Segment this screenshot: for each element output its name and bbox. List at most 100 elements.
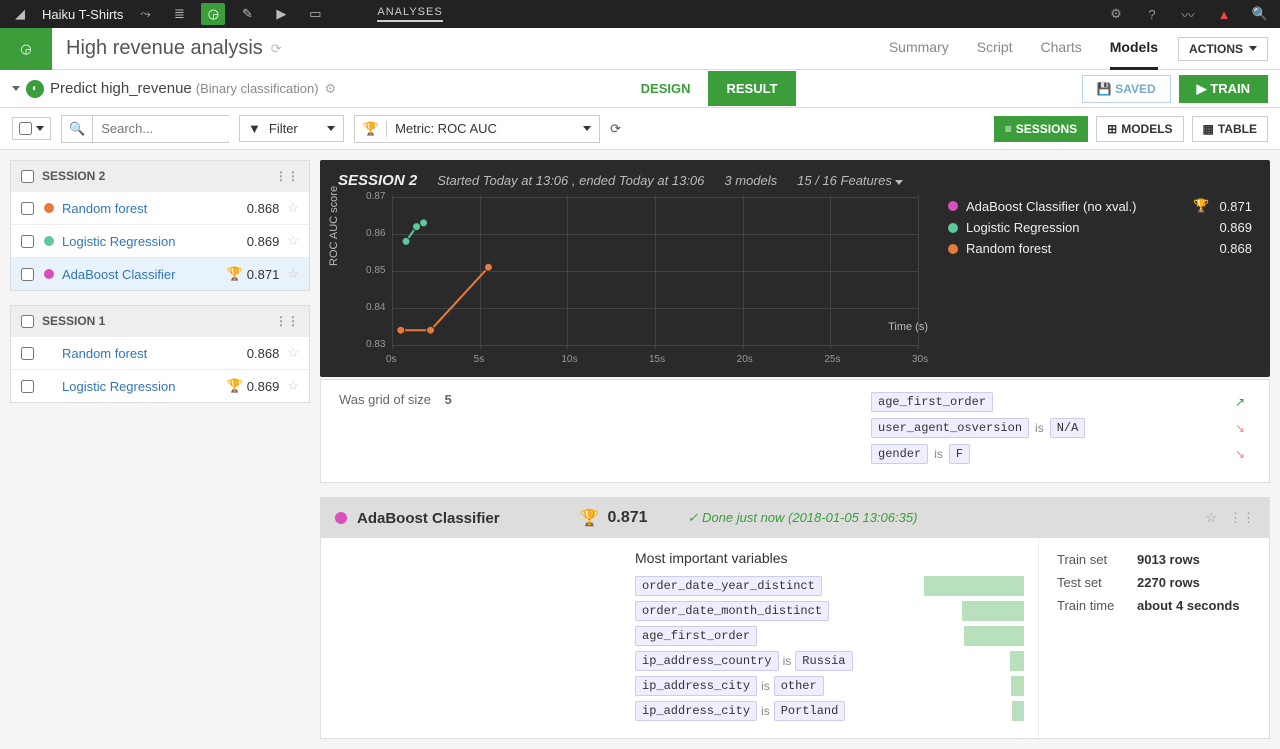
model-checkbox[interactable]	[21, 235, 34, 248]
stat-row: Train set9013 rows	[1057, 552, 1251, 567]
star-icon[interactable]: ☆	[287, 233, 299, 249]
metric-dropdown[interactable]: 🏆 Metric: ROC AUC	[354, 115, 600, 143]
session-model-row[interactable]: Logistic Regression0.869☆	[11, 224, 309, 257]
tab-result[interactable]: RESULT	[708, 71, 795, 106]
grid-size-label: Was grid of size	[339, 392, 431, 407]
view-models[interactable]: ⊞ MODELS	[1096, 116, 1183, 142]
filter-dropdown[interactable]: ▼ Filter	[239, 115, 344, 142]
model-name-link[interactable]: Logistic Regression	[62, 234, 247, 249]
session-model-row[interactable]: AdaBoost Classifier🏆0.871☆	[11, 257, 309, 290]
expand-icon[interactable]	[12, 86, 20, 91]
app-logo-icon[interactable]: ◢	[8, 3, 32, 25]
check-all[interactable]	[12, 117, 51, 140]
caret-down-icon	[1249, 46, 1257, 51]
importance-title: Most important variables	[635, 550, 1024, 566]
importance-bar	[962, 601, 1024, 621]
model-name-link[interactable]: Logistic Regression	[62, 379, 227, 394]
check-all-box[interactable]	[19, 122, 32, 135]
legend-row[interactable]: Random forest0.868	[948, 238, 1252, 259]
search-icon[interactable]: 🔍	[1248, 3, 1272, 25]
activity-icon[interactable]: 〰	[1176, 3, 1200, 25]
model-checkbox[interactable]	[21, 347, 34, 360]
model-status: ✓ Done just now (2018-01-05 13:06:35)	[688, 510, 918, 526]
session-title: SESSION 2	[42, 169, 105, 183]
importance-bar	[1010, 651, 1024, 671]
tab-script[interactable]: Script	[977, 27, 1013, 70]
legend-row[interactable]: Logistic Regression0.869	[948, 217, 1252, 238]
importance-row: ip_address_countryisRussia	[635, 651, 1024, 671]
model-score: 0.868	[247, 201, 280, 216]
tab-models[interactable]: Models	[1110, 27, 1158, 70]
play-icon[interactable]: ▶	[269, 3, 293, 25]
legend-row[interactable]: AdaBoost Classifier (no xval.)🏆0.871	[948, 195, 1252, 217]
search-icon: 🔍	[62, 116, 93, 142]
flow-icon[interactable]: ⤳	[133, 3, 157, 25]
saved-button[interactable]: 💾 SAVED	[1082, 75, 1171, 103]
stat-label: Test set	[1057, 575, 1137, 590]
star-icon[interactable]: ☆	[1205, 510, 1217, 526]
analysis-logo-icon[interactable]: ◶	[0, 28, 52, 70]
drag-icon[interactable]: ⋮⋮	[1229, 510, 1255, 526]
tab-charts[interactable]: Charts	[1041, 27, 1082, 70]
star-icon[interactable]: ☆	[287, 266, 299, 282]
legend-score: 0.871	[1219, 199, 1252, 214]
caret-down-icon	[327, 126, 335, 131]
settings-icon[interactable]: ⚙	[1104, 3, 1128, 25]
view-sessions[interactable]: ≡ SESSIONS	[994, 116, 1088, 142]
view-table[interactable]: ▦ TABLE	[1192, 116, 1268, 142]
analysis-settings-icon[interactable]: ⚙	[325, 81, 337, 97]
chart-panel: SESSION 2 Started Today at 13:06 , ended…	[320, 160, 1270, 377]
star-icon[interactable]: ☆	[287, 345, 299, 361]
model-checkbox[interactable]	[21, 268, 34, 281]
tab-design[interactable]: DESIGN	[623, 71, 709, 106]
drag-icon[interactable]: ⋮⋮	[275, 169, 299, 183]
session-model-row[interactable]: Random forest0.868☆	[11, 336, 309, 369]
datasets-icon[interactable]: ≣	[167, 3, 191, 25]
lab-icon[interactable]: ◶	[201, 3, 225, 25]
view-sessions-label: SESSIONS	[1016, 122, 1077, 136]
content: SESSION 2 Started Today at 13:06 , ended…	[320, 160, 1270, 739]
caret-down-icon	[583, 126, 591, 131]
tab-summary[interactable]: Summary	[889, 27, 949, 70]
dashboard-icon[interactable]: ▭	[303, 3, 327, 25]
star-icon[interactable]: ☆	[287, 378, 299, 394]
session-checkbox[interactable]	[21, 170, 34, 183]
feature-row: genderisF↘	[871, 444, 1251, 464]
sidebar: SESSION 2⋮⋮Random forest0.868☆Logistic R…	[10, 160, 310, 739]
page-title: High revenue analysis	[66, 37, 263, 60]
importance-bar	[924, 576, 1024, 596]
model-checkbox[interactable]	[21, 380, 34, 393]
actions-dropdown[interactable]: ACTIONS	[1178, 37, 1268, 61]
session-model-row[interactable]: Random forest0.868 ☆	[11, 191, 309, 224]
session-model-row[interactable]: Logistic Regression🏆0.869☆	[11, 369, 309, 402]
importance-bar	[1012, 701, 1024, 721]
model-checkbox[interactable]	[21, 202, 34, 215]
edit-icon[interactable]: ✎	[235, 3, 259, 25]
refresh-icon[interactable]: ⟳	[610, 121, 621, 137]
chart-features-meta[interactable]: 15 / 16 Features	[797, 173, 903, 188]
model-name-link[interactable]: Random forest	[62, 346, 247, 361]
legend-dot	[948, 244, 958, 254]
model-name-link[interactable]: AdaBoost Classifier	[62, 267, 227, 282]
model-header: AdaBoost Classifier 🏆 0.871 ✓ Done just …	[321, 498, 1269, 538]
project-name[interactable]: Haiku T-Shirts	[42, 7, 123, 22]
alert-icon[interactable]: ▲	[1212, 3, 1236, 25]
trophy-icon: 🏆	[1193, 198, 1209, 214]
title-refresh-icon[interactable]: ⟳	[271, 41, 282, 57]
session-checkbox[interactable]	[21, 315, 34, 328]
analysis-name: Predict high_revenue	[50, 80, 192, 97]
model-name-link[interactable]: Random forest	[62, 201, 247, 216]
drag-icon[interactable]: ⋮⋮	[275, 314, 299, 328]
train-button[interactable]: ▶ TRAIN	[1179, 75, 1268, 103]
grid-size-value: 5	[445, 392, 452, 407]
model-type-icon: ◐	[26, 80, 44, 98]
session-title: SESSION 1	[42, 314, 105, 328]
search-box: 🔍	[61, 115, 229, 143]
grid-features: age_first_order↗user_agent_osversionisN/…	[871, 392, 1251, 470]
view-table-label: TABLE	[1218, 122, 1257, 136]
chart-models-meta: 3 models	[724, 173, 777, 188]
star-icon[interactable]: ☆	[287, 200, 299, 216]
importance-row: age_first_order	[635, 626, 1024, 646]
help-icon[interactable]: ?	[1140, 3, 1164, 25]
view-models-label: MODELS	[1121, 122, 1172, 136]
